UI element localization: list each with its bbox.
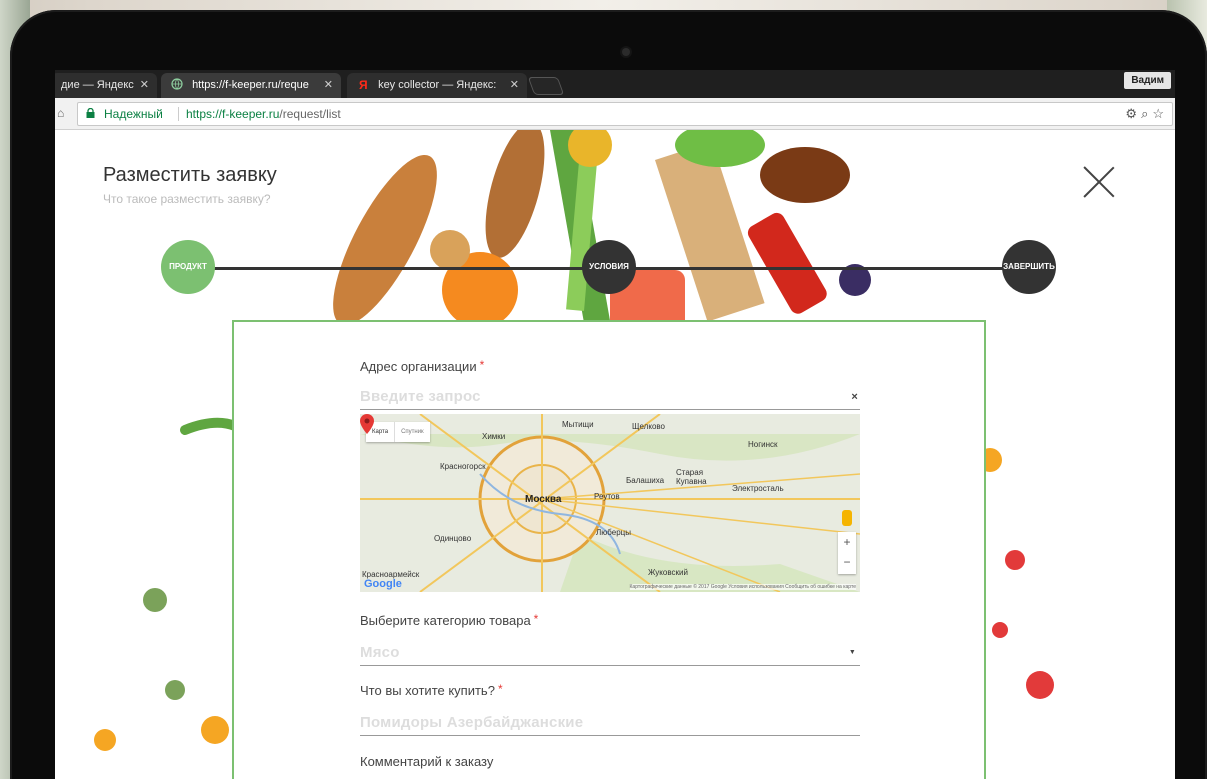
category-value: Мясо xyxy=(360,644,400,661)
url-host: https://f-keeper.ru xyxy=(186,107,280,121)
street-view-pegman-icon[interactable] xyxy=(842,510,852,526)
what-label: Что вы хотите купить? * xyxy=(360,682,503,698)
map-city: Красногорск xyxy=(440,462,486,471)
photo-background: дие — Яндекс ✕ https://f-keeper.ru/reque… xyxy=(0,0,1207,779)
category-label: Выберите категорию товара * xyxy=(360,612,538,628)
help-link[interactable]: Что такое разместить заявку? xyxy=(103,192,271,206)
step-finish[interactable]: ЗАВЕРШИТЬ xyxy=(1002,240,1056,294)
url-path: /request/list xyxy=(279,107,341,121)
tab-key-collector[interactable]: Я key collector — Яндекс: ✕ xyxy=(347,73,527,98)
required-mark: * xyxy=(497,682,503,696)
map-city: Старая Купавна xyxy=(676,468,707,486)
close-icon[interactable] xyxy=(1083,166,1115,198)
omnibox-actions: ⚙⌕☆ xyxy=(1125,103,1168,125)
tab-label: https://f-keeper.ru/reque xyxy=(192,79,309,91)
close-icon[interactable]: ✕ xyxy=(140,73,149,98)
map-copyright: Картографические данные © 2017 Google Ус… xyxy=(629,584,856,590)
map-city: Одинцово xyxy=(434,534,472,543)
svg-text:Я: Я xyxy=(359,78,368,90)
tab-label: дие — Яндекс xyxy=(61,79,134,91)
map-city: Мытищи xyxy=(562,420,594,429)
address-label: Адрес организации * xyxy=(360,358,484,374)
page-content: Разместить заявку Что такое разместить з… xyxy=(55,130,1175,779)
map-city: Щелково xyxy=(632,422,665,431)
required-mark: * xyxy=(479,358,485,372)
tab-label: key collector — Яндекс: xyxy=(378,79,497,91)
map-city: Ногинск xyxy=(748,440,778,449)
tab-bar: дие — Яндекс ✕ https://f-keeper.ru/reque… xyxy=(55,70,1175,98)
zoom-icon[interactable]: ⌕ xyxy=(1141,106,1152,121)
step-conditions[interactable]: УСЛОВИЯ xyxy=(582,240,636,294)
category-label-text: Выберите категорию товара xyxy=(360,613,531,628)
divider xyxy=(178,107,179,121)
home-icon[interactable]: ⌂ xyxy=(57,106,64,120)
profile-button[interactable]: Вадим xyxy=(1124,72,1171,89)
zoom-out-button[interactable]: − xyxy=(838,552,856,572)
zoom-in-button[interactable]: + xyxy=(838,532,856,552)
close-icon[interactable]: ✕ xyxy=(510,73,519,98)
address-label-text: Адрес организации xyxy=(360,359,477,374)
address-bar: ⌂ Надежный https://f-keeper.ru/request/l… xyxy=(55,98,1175,130)
map-type-satellite[interactable]: Спутник xyxy=(394,422,430,442)
close-icon[interactable]: ✕ xyxy=(324,73,333,98)
map-type-switcher: Карта Спутник xyxy=(366,422,430,442)
secure-label: Надежный xyxy=(104,107,163,121)
yandex-icon: Я xyxy=(357,75,369,92)
tab-yandex[interactable]: дие — Яндекс ✕ xyxy=(55,73,157,98)
clear-icon[interactable]: × xyxy=(851,384,858,410)
map-city: Жуковский xyxy=(648,568,688,577)
map-city-moscow: Москва xyxy=(525,494,562,505)
product-placeholder: Помидоры Азербайджанские xyxy=(360,714,584,731)
address-placeholder: Введите запрос xyxy=(360,388,481,405)
map-city: Химки xyxy=(482,432,506,441)
what-label-text: Что вы хотите купить? xyxy=(360,683,495,698)
map-city: Люберцы xyxy=(596,528,631,537)
extension-icon[interactable]: ⚙ xyxy=(1125,106,1141,121)
browser-window: дие — Яндекс ✕ https://f-keeper.ru/reque… xyxy=(55,70,1175,779)
map-pin-icon[interactable] xyxy=(360,414,374,434)
address-input[interactable]: Введите запрос × xyxy=(360,384,860,410)
url-text: https://f-keeper.ru/request/list xyxy=(186,103,341,125)
request-form: Адрес организации * Введите запрос × Кар… xyxy=(232,320,986,779)
bookmark-star-icon[interactable]: ☆ xyxy=(1152,106,1168,121)
new-tab-button[interactable] xyxy=(527,77,565,95)
product-input[interactable]: Помидоры Азербайджанские xyxy=(360,710,860,736)
google-logo: Google xyxy=(364,578,402,590)
comment-label: Комментарий к заказу xyxy=(360,754,494,769)
dropdown-arrow-icon: ▼ xyxy=(848,649,856,656)
webcam xyxy=(622,48,630,56)
page-title: Разместить заявку xyxy=(103,164,277,186)
lock-icon xyxy=(86,108,95,118)
url-input[interactable]: Надежный https://f-keeper.ru/request/lis… xyxy=(77,102,1173,126)
map-city: Балашиха xyxy=(626,476,665,485)
zoom-control: + − xyxy=(838,532,856,574)
map[interactable]: Карта Спутник Мытищи Щелково Химки Ногин… xyxy=(360,414,860,592)
category-select[interactable]: Мясо ▼ xyxy=(360,640,860,666)
tab-f-keeper[interactable]: https://f-keeper.ru/reque ✕ xyxy=(161,73,341,98)
required-mark: * xyxy=(533,612,539,626)
globe-icon xyxy=(171,75,183,90)
map-city: Электросталь xyxy=(732,484,784,493)
map-city: Реутов xyxy=(594,492,620,501)
step-product[interactable]: ПРОДУКТ xyxy=(161,240,215,294)
map-roads xyxy=(360,414,860,592)
